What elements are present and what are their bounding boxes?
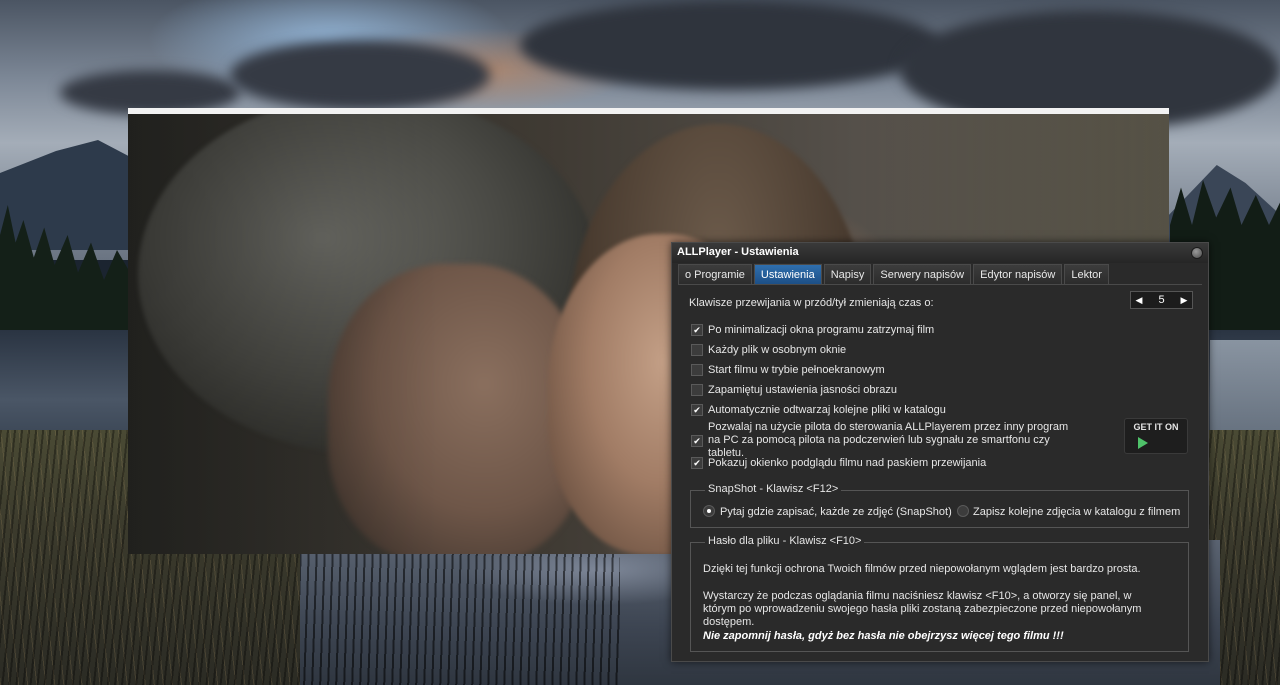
option-seek-preview[interactable]: ✔ Pokazuj okienko podglądu filmu nad pas… xyxy=(691,457,986,469)
store-badge-text: GET IT ON xyxy=(1133,422,1179,432)
password-instructions: Wystarczy że podczas oglądania filmu nac… xyxy=(703,590,1142,628)
password-group: Hasło dla pliku - Klawisz <F10> Dzięki t… xyxy=(690,535,1189,652)
checkbox[interactable] xyxy=(691,364,703,376)
radio-label: Pytaj gdzie zapisać, każde ze zdjęć (Sna… xyxy=(720,506,952,518)
tab-edytor-napisow[interactable]: Edytor napisów xyxy=(973,264,1063,284)
cloud xyxy=(230,40,490,110)
tab-divider xyxy=(678,284,1202,285)
password-info: Dzięki tej funkcji ochrona Twoich filmów… xyxy=(703,563,1141,575)
radio-ask-location[interactable] xyxy=(703,505,715,517)
option-label: Automatycznie odtwarzaj kolejne pliki w … xyxy=(708,404,946,416)
checkbox[interactable]: ✔ xyxy=(691,324,703,336)
option-autoplay-next[interactable]: ✔ Automatycznie odtwarzaj kolejne pliki … xyxy=(691,404,946,416)
tab-o-programie[interactable]: o Programie xyxy=(678,264,752,284)
store-badge[interactable]: GET IT ON xyxy=(1124,418,1188,454)
option-label: Każdy plik w osobnym oknie xyxy=(708,344,847,356)
dialog-titlebar[interactable]: ALLPlayer - Ustawienia xyxy=(672,243,1208,263)
settings-dialog: ALLPlayer - Ustawienia o Programie Ustaw… xyxy=(671,242,1209,662)
option-remember-brightness[interactable]: Zapamiętuj ustawienia jasności obrazu xyxy=(691,384,897,396)
password-warning: Nie zapomnij hasła, gdyż bez hasła nie o… xyxy=(703,630,1064,642)
rewind-time-value: 5 xyxy=(1158,294,1165,306)
tab-serwery-napisow[interactable]: Serwery napisów xyxy=(873,264,972,284)
option-label: Pokazuj okienko podglądu filmu nad paski… xyxy=(708,457,987,469)
tab-lektor[interactable]: Lektor xyxy=(1064,264,1109,284)
google-play-icon[interactable] xyxy=(1138,437,1148,449)
option-fullscreen-start[interactable]: Start filmu w trybie pełnoekranowym xyxy=(691,364,885,376)
option-remote-control[interactable]: ✔ Pozwalaj na użycie pilota do sterowani… xyxy=(691,421,1078,460)
rewind-time-label: Klawisze przewijania w przód/tył zmienia… xyxy=(689,297,934,309)
option-label: Po minimalizacji okna programu zatrzymaj… xyxy=(708,324,935,336)
option-separate-window[interactable]: Każdy plik w osobnym oknie xyxy=(691,344,846,356)
snapshot-group-title: SnapShot - Klawisz <F12> xyxy=(705,483,842,495)
checkbox[interactable]: ✔ xyxy=(691,434,703,447)
rewind-time-stepper[interactable]: ◀ 5 ▶ xyxy=(1130,291,1193,309)
checkbox[interactable] xyxy=(691,384,703,396)
tab-napisy[interactable]: Napisy xyxy=(823,264,872,284)
option-label: Start filmu w trybie pełnoekranowym xyxy=(708,364,885,376)
option-pause-on-minimize[interactable]: ✔ Po minimalizacji okna programu zatrzym… xyxy=(691,324,934,336)
checkbox[interactable]: ✔ xyxy=(691,404,703,416)
dialog-title: ALLPlayer - Ustawienia xyxy=(677,246,799,258)
radio-save-in-folder[interactable] xyxy=(957,505,969,517)
right-arrow-icon[interactable]: ▶ xyxy=(1176,295,1192,306)
option-label: Pozwalaj na użycie pilota do sterowania … xyxy=(708,421,1069,459)
close-icon[interactable] xyxy=(1191,247,1203,259)
tab-bar: o Programie Ustawienia Napisy Serwery na… xyxy=(678,264,1109,284)
checkbox[interactable]: ✔ xyxy=(691,457,703,469)
radio-label: Zapisz kolejne zdjęcia w katalogu z film… xyxy=(973,506,1181,518)
option-label: Zapamiętuj ustawienia jasności obrazu xyxy=(708,384,897,396)
checkbox[interactable] xyxy=(691,344,703,356)
reeds xyxy=(300,545,620,685)
left-arrow-icon[interactable]: ◀ xyxy=(1131,295,1147,306)
tab-ustawienia[interactable]: Ustawienia xyxy=(753,264,822,284)
cloud xyxy=(520,0,940,90)
snapshot-group: SnapShot - Klawisz <F12> Pytaj gdzie zap… xyxy=(690,483,1189,528)
password-group-title: Hasło dla pliku - Klawisz <F10> xyxy=(705,535,865,547)
